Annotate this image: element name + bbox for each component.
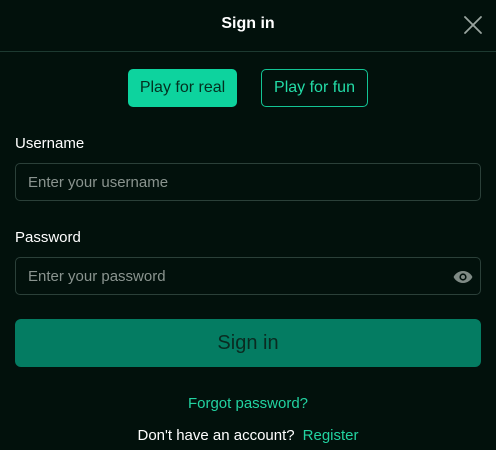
username-label: Username	[15, 135, 85, 152]
dialog-title: Sign in	[221, 15, 275, 32]
eye-icon	[453, 271, 473, 283]
forgot-password-row: Forgot password?	[0, 395, 496, 412]
register-row: Don't have an account? Register	[0, 427, 496, 444]
sign-in-button[interactable]: Sign in	[15, 319, 481, 367]
play-for-real-button[interactable]: Play for real	[128, 69, 237, 107]
sign-in-dialog: Sign in Play for real Play for fun Usern…	[0, 0, 496, 450]
close-icon	[464, 16, 482, 34]
close-button[interactable]	[460, 12, 486, 38]
forgot-password-link[interactable]: Forgot password?	[188, 395, 308, 412]
register-link[interactable]: Register	[303, 427, 359, 444]
dialog-header: Sign in	[0, 0, 496, 52]
password-label: Password	[15, 229, 81, 246]
toggle-password-visibility-button[interactable]	[452, 267, 474, 287]
no-account-text: Don't have an account?	[137, 427, 295, 444]
username-input[interactable]	[15, 163, 481, 201]
password-input[interactable]	[15, 257, 481, 295]
play-for-fun-button[interactable]: Play for fun	[261, 69, 368, 107]
